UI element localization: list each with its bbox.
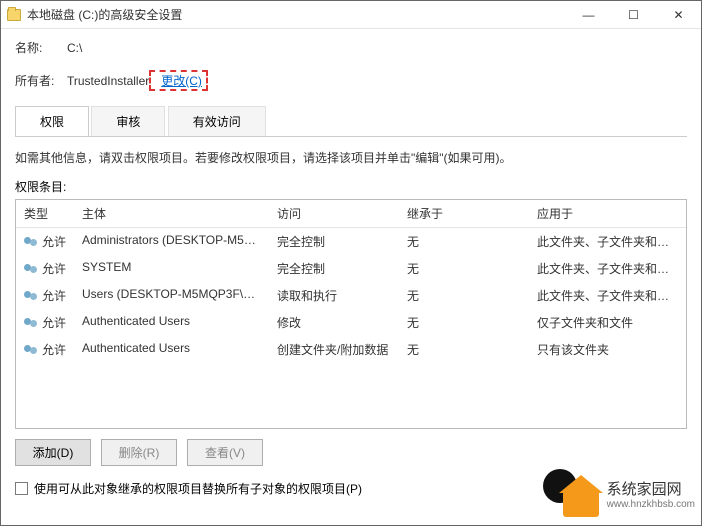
row-type: 允许	[42, 341, 66, 358]
row-inherited: 无	[399, 311, 529, 334]
row-type: 允许	[42, 260, 66, 277]
row-principal: Administrators (DESKTOP-M5M...	[74, 230, 269, 253]
row-type: 允许	[42, 287, 66, 304]
col-access[interactable]: 访问	[269, 200, 399, 227]
table-row[interactable]: 允许 Administrators (DESKTOP-M5M...完全控制无此文件…	[16, 228, 686, 255]
folder-icon	[7, 9, 21, 21]
table-row[interactable]: 允许 Authenticated Users创建文件夹/附加数据无只有该文件夹	[16, 336, 686, 363]
owner-label: 所有者:	[15, 72, 67, 89]
content-area: 名称: C:\ 所有者: TrustedInstaller 更改(C) 权限 审…	[1, 29, 701, 509]
row-access: 修改	[269, 311, 399, 334]
row-principal: Authenticated Users	[74, 311, 269, 334]
window-controls: — ☐ ✕	[566, 1, 701, 28]
row-inherited: 无	[399, 284, 529, 307]
entries-label: 权限条目:	[15, 178, 687, 195]
tab-strip: 权限 审核 有效访问	[15, 105, 687, 137]
group-icon	[24, 343, 36, 357]
row-principal: SYSTEM	[74, 257, 269, 280]
row-principal: Authenticated Users	[74, 338, 269, 361]
row-access: 读取和执行	[269, 284, 399, 307]
row-inherited: 无	[399, 230, 529, 253]
tab-auditing[interactable]: 审核	[91, 106, 165, 137]
add-button[interactable]: 添加(D)	[15, 439, 91, 466]
watermark-brand: 系统家园网	[607, 478, 695, 499]
owner-value: TrustedInstaller	[67, 74, 149, 88]
button-row: 添加(D) 删除(R) 查看(V)	[15, 439, 687, 466]
row-inherited: 无	[399, 338, 529, 361]
change-highlight: 更改(C)	[149, 70, 208, 91]
table-row[interactable]: 允许 Users (DESKTOP-M5MQP3F\Use...读取和执行无此文件…	[16, 282, 686, 309]
col-inherited[interactable]: 继承于	[399, 200, 529, 227]
name-value: C:\	[67, 41, 82, 55]
row-applies: 此文件夹、子文件夹和文件	[529, 284, 686, 307]
row-principal: Users (DESKTOP-M5MQP3F\Use...	[74, 284, 269, 307]
row-applies: 此文件夹、子文件夹和文件	[529, 257, 686, 280]
change-owner-link[interactable]: 更改(C)	[158, 73, 205, 89]
watermark-text-block: 系统家园网 www.hnzkhbsb.com	[607, 478, 695, 510]
row-applies: 仅子文件夹和文件	[529, 311, 686, 334]
remove-button[interactable]: 删除(R)	[101, 439, 177, 466]
table-header: 类型 主体 访问 继承于 应用于	[16, 200, 686, 228]
table-body: 允许Administrators (DESKTOP-M5M...完全控制无此文件…	[16, 228, 686, 363]
watermark-icon	[543, 469, 599, 519]
replace-child-checkbox[interactable]	[15, 482, 28, 495]
name-row: 名称: C:\	[15, 39, 687, 56]
table-row[interactable]: 允许 SYSTEM完全控制无此文件夹、子文件夹和文件	[16, 255, 686, 282]
hint-text: 如需其他信息，请双击权限项目。若要修改权限项目，请选择该项目并单击"编辑"(如果…	[15, 137, 687, 174]
table-row[interactable]: 允许 Authenticated Users修改无仅子文件夹和文件	[16, 309, 686, 336]
row-type: 允许	[42, 233, 66, 250]
tab-effective-access[interactable]: 有效访问	[168, 106, 266, 137]
group-icon	[24, 316, 36, 330]
row-applies: 此文件夹、子文件夹和文件	[529, 230, 686, 253]
name-label: 名称:	[15, 39, 67, 56]
col-principal[interactable]: 主体	[74, 200, 269, 227]
group-icon	[24, 235, 36, 249]
replace-child-label: 使用可从此对象继承的权限项目替换所有子对象的权限项目(P)	[34, 480, 362, 497]
row-inherited: 无	[399, 257, 529, 280]
view-button[interactable]: 查看(V)	[187, 439, 263, 466]
minimize-button[interactable]: —	[566, 1, 611, 28]
group-icon	[24, 262, 36, 276]
row-access: 完全控制	[269, 230, 399, 253]
security-dialog: 本地磁盘 (C:)的高级安全设置 — ☐ ✕ 名称: C:\ 所有者: Trus…	[0, 0, 702, 526]
group-icon	[24, 289, 36, 303]
window-title: 本地磁盘 (C:)的高级安全设置	[27, 6, 566, 23]
owner-row: 所有者: TrustedInstaller 更改(C)	[15, 70, 687, 91]
watermark: 系统家园网 www.hnzkhbsb.com	[543, 469, 695, 519]
titlebar: 本地磁盘 (C:)的高级安全设置 — ☐ ✕	[1, 1, 701, 29]
tab-permissions[interactable]: 权限	[15, 106, 89, 136]
watermark-url: www.hnzkhbsb.com	[607, 499, 695, 510]
permissions-table: 类型 主体 访问 继承于 应用于 允许 Administrators (DESKT…	[15, 199, 687, 429]
row-applies: 只有该文件夹	[529, 338, 686, 361]
row-type: 允许	[42, 314, 66, 331]
col-type[interactable]: 类型	[16, 200, 74, 227]
row-access: 创建文件夹/附加数据	[269, 338, 399, 361]
col-applies[interactable]: 应用于	[529, 200, 686, 227]
close-button[interactable]: ✕	[656, 1, 701, 28]
row-access: 完全控制	[269, 257, 399, 280]
maximize-button[interactable]: ☐	[611, 1, 656, 28]
